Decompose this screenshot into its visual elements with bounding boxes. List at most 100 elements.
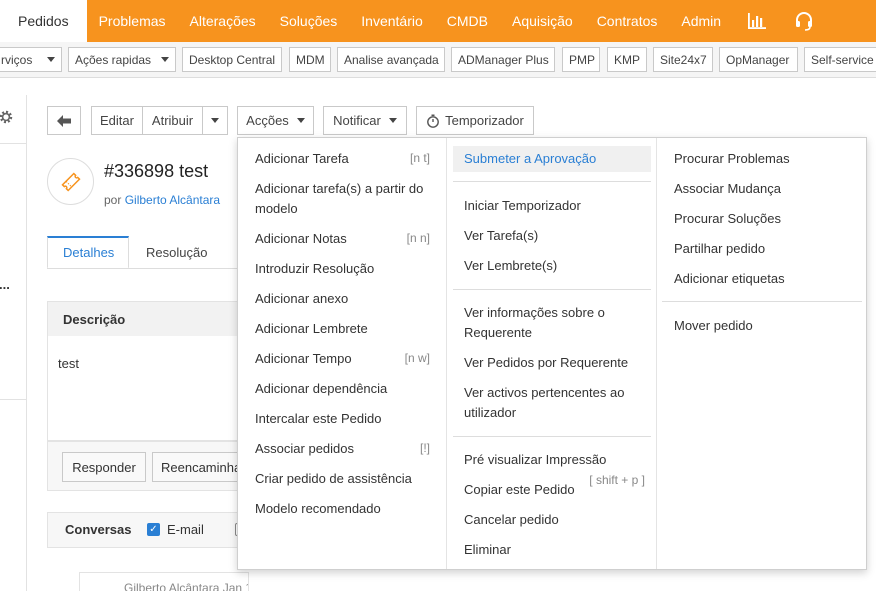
quick-actions-bar: rviços Ações rapidas Desktop Central MDM…: [0, 42, 876, 78]
nav-tab-admin[interactable]: Admin: [669, 0, 733, 42]
menu-item-adicionar-tempo[interactable]: Adicionar Tempo: [255, 349, 352, 369]
chevron-down-icon: [388, 118, 397, 123]
menu-item-mover-pedido[interactable]: Mover pedido: [674, 316, 753, 336]
shortcut-label: [ shift + p ]: [589, 473, 645, 487]
opmanager-label: OpManager: [726, 52, 790, 67]
tab-resolucao[interactable]: Resolução: [131, 236, 222, 269]
assign-dropdown-button[interactable]: [202, 106, 228, 135]
menu-item-copiar-pedido[interactable]: Copiar este Pedido: [464, 480, 575, 500]
menu-item-associar-mudanca[interactable]: Associar Mudança: [674, 179, 781, 199]
opmanager-link[interactable]: OpManager: [719, 47, 798, 72]
acoes-rapidas-dropdown[interactable]: Ações rapidas: [68, 47, 176, 72]
timer-button[interactable]: Temporizador: [416, 106, 534, 135]
pmp-link[interactable]: PMP: [562, 47, 600, 72]
request-author-line: por Gilberto Alcântara: [104, 193, 220, 207]
menu-item-ver-activos-utilizador[interactable]: Ver activos pertencentes ao utilizador: [464, 383, 624, 423]
menu-item-adicionar-tarefas-modelo[interactable]: Adicionar tarefa(s) a partir do modelo: [255, 179, 423, 219]
servicos-dropdown[interactable]: rviços: [0, 47, 62, 72]
actions-dropdown-button[interactable]: Acções: [237, 106, 314, 135]
menu-item-adicionar-lembrete[interactable]: Adicionar Lembrete: [255, 319, 368, 339]
menu-item-cancelar-pedido[interactable]: Cancelar pedido: [464, 510, 559, 530]
kmp-label: KMP: [614, 52, 641, 67]
mdm-label: MDM: [296, 52, 325, 67]
request-title: #336898 test: [104, 161, 209, 181]
menu-item-eliminar[interactable]: Eliminar: [464, 540, 511, 560]
assign-button[interactable]: Atribuir: [142, 106, 203, 135]
nav-tab-solucoes[interactable]: Soluções: [268, 0, 350, 42]
mdm-link[interactable]: MDM: [289, 47, 331, 72]
conversation-meta: Gilberto Alcântara Jan 13, 2022 10:54 AM: [124, 581, 248, 591]
menu-item-adicionar-notas[interactable]: Adicionar Notas: [255, 229, 347, 249]
menu-item-submeter-aprovacao[interactable]: Submeter a Aprovação: [453, 146, 651, 172]
menu-item-introduzir-resolucao[interactable]: Introduzir Resolução: [255, 259, 374, 279]
back-button[interactable]: [47, 106, 81, 135]
menu-item-intercalar-pedido[interactable]: Intercalar este Pedido: [255, 409, 381, 429]
analise-avancada-link[interactable]: Analise avançada: [337, 47, 445, 72]
menu-item-iniciar-temporizador[interactable]: Iniciar Temporizador: [464, 196, 581, 216]
assign-label: Atribuir: [151, 113, 194, 128]
servicos-label: rviços: [1, 52, 33, 67]
sidebar-collapse-ellipsis[interactable]: ...: [0, 277, 10, 292]
nav-tab-problemas[interactable]: Problemas: [87, 0, 178, 42]
forward-label: Reencaminha: [161, 459, 242, 475]
menu-separator: [453, 436, 651, 437]
reply-bar: Responder Reencaminha: [47, 441, 248, 491]
forward-button[interactable]: Reencaminha: [152, 452, 248, 482]
self-service-link[interactable]: Self-service: [804, 47, 876, 72]
ticket-icon: [60, 171, 81, 192]
stopwatch-icon: [427, 114, 440, 128]
conversation-item[interactable]: Gilberto Alcântara Jan 13, 2022 10:54 AM: [79, 572, 249, 591]
support-button[interactable]: [781, 0, 827, 42]
nav-tab-pedidos[interactable]: Pedidos: [0, 0, 87, 42]
menu-separator: [453, 181, 651, 182]
admanager-plus-link[interactable]: ADManager Plus: [451, 47, 555, 72]
description-body: test: [58, 356, 79, 371]
menu-item-adicionar-etiquetas[interactable]: Adicionar etiquetas: [674, 269, 785, 289]
shortcut-label: [n n]: [406, 231, 430, 245]
menu-item-ver-info-requerente[interactable]: Ver informações sobre o Requerente: [464, 303, 605, 343]
timer-label: Temporizador: [445, 113, 524, 128]
analise-avancada-label: Analise avançada: [344, 52, 439, 67]
menu-item-ver-tarefas[interactable]: Ver Tarefa(s): [464, 226, 538, 246]
actions-menu: Adicionar Tarefa [n t] Adicionar tarefa(…: [237, 137, 867, 570]
actions-menu-column-3: Procurar Problemas Associar Mudança Proc…: [657, 138, 867, 569]
menu-item-partilhar-pedido[interactable]: Partilhar pedido: [674, 239, 765, 259]
kmp-link[interactable]: KMP: [607, 47, 647, 72]
edit-button[interactable]: Editar: [91, 106, 143, 135]
email-checkbox[interactable]: ✓: [147, 523, 160, 536]
nav-tab-inventario[interactable]: Inventário: [349, 0, 434, 42]
gear-icon[interactable]: [0, 109, 14, 125]
pmp-label: PMP: [569, 52, 596, 67]
chevron-down-icon: [296, 118, 305, 123]
description-heading: Descrição: [48, 302, 246, 336]
conversations-label: Conversas: [65, 522, 132, 537]
nav-tab-cmdb[interactable]: CMDB: [435, 0, 500, 42]
menu-item-ver-lembretes[interactable]: Ver Lembrete(s): [464, 256, 557, 276]
notify-dropdown-button[interactable]: Notificar: [323, 106, 407, 135]
menu-item-pre-visualizar-impressao[interactable]: Pré visualizar Impressão: [464, 450, 606, 470]
site24x7-link[interactable]: Site24x7: [653, 47, 713, 72]
reports-button[interactable]: [733, 0, 781, 42]
menu-item-procurar-problemas[interactable]: Procurar Problemas: [674, 149, 790, 169]
menu-item-modelo-recomendado[interactable]: Modelo recomendado: [255, 499, 381, 519]
shortcut-label: [!]: [419, 441, 430, 455]
author-link[interactable]: Gilberto Alcântara: [125, 193, 220, 207]
desktop-central-link[interactable]: Desktop Central: [182, 47, 282, 72]
chevron-down-icon: [211, 118, 219, 123]
menu-item-adicionar-tarefa[interactable]: Adicionar Tarefa: [255, 149, 349, 169]
menu-separator: [453, 289, 651, 290]
bar-chart-icon: [748, 13, 767, 29]
menu-item-associar-pedidos[interactable]: Associar pedidos: [255, 439, 354, 459]
nav-tab-alteracoes[interactable]: Alterações: [178, 0, 268, 42]
left-sidebar: ...: [0, 95, 27, 591]
menu-item-adicionar-anexo[interactable]: Adicionar anexo: [255, 289, 348, 309]
nav-tab-contratos[interactable]: Contratos: [585, 0, 670, 42]
menu-item-adicionar-dependencia[interactable]: Adicionar dependência: [255, 379, 387, 399]
description-panel: Descrição test: [47, 301, 247, 441]
menu-item-procurar-solucoes[interactable]: Procurar Soluções: [674, 209, 781, 229]
reply-button[interactable]: Responder: [62, 452, 146, 482]
nav-tab-aquisicao[interactable]: Aquisição: [500, 0, 585, 42]
menu-item-ver-pedidos-requerente[interactable]: Ver Pedidos por Requerente: [464, 353, 628, 373]
tab-detalhes[interactable]: Detalhes: [47, 236, 129, 269]
menu-item-criar-pedido-assistencia[interactable]: Criar pedido de assistência: [255, 469, 412, 489]
